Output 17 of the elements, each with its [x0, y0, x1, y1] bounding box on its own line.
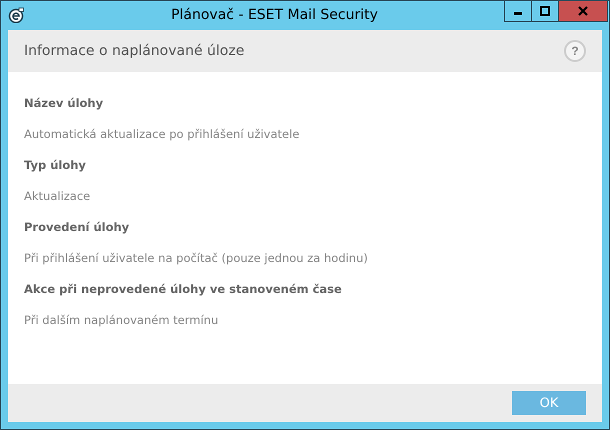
field-value: Při dalším naplánovaném termínu — [24, 312, 220, 329]
dialog-heading: Informace o naplánované úloze — [24, 43, 244, 59]
field-value: Automatická aktualizace po přihlášení uživatele — [24, 126, 300, 143]
app-logo-icon — [8, 7, 24, 23]
field-label: Typ úlohy — [24, 157, 87, 174]
maximize-icon — [540, 6, 550, 16]
help-button[interactable]: ? — [564, 40, 586, 62]
ok-button[interactable]: OK — [512, 391, 586, 415]
field-value: Aktualizace — [24, 188, 92, 205]
minimize-button[interactable] — [504, 1, 532, 22]
close-button[interactable] — [558, 1, 608, 22]
window-title: Plánovač - ESET Mail Security — [170, 7, 379, 23]
field-label: Akce při neprovedené úlohy ve stanoveném čase — [24, 281, 343, 298]
field-label: Název úlohy — [24, 95, 104, 112]
field-label: Provedení úlohy — [24, 219, 130, 236]
field-value: Při přihlášení uživatele na počítač (pouze jednou za hodinu) — [24, 250, 369, 267]
close-icon — [578, 6, 588, 16]
